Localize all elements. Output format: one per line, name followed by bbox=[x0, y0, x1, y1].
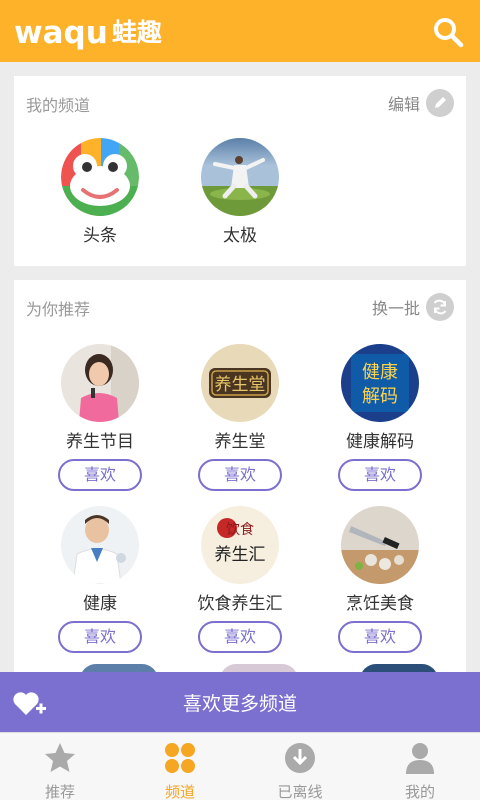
recommend-item[interactable]: 养生堂 养生堂 喜欢 bbox=[180, 344, 300, 491]
star-icon bbox=[45, 743, 75, 772]
yangshengtang-logo-text: 养生堂 bbox=[215, 375, 266, 395]
grid-dots-icon bbox=[165, 743, 195, 773]
yinshi-logo: 饮食 养生汇 bbox=[201, 506, 279, 584]
edit-label: 编辑 bbox=[387, 95, 420, 114]
download-icon bbox=[285, 743, 315, 773]
recommend-item[interactable]: 养生节目 喜欢 bbox=[40, 344, 160, 491]
refresh-label: 换一批 bbox=[371, 299, 420, 318]
doctor-photo bbox=[61, 506, 139, 584]
recommend-title: 为你推荐 bbox=[26, 300, 91, 319]
channel-item-taiji[interactable]: 太极 bbox=[180, 138, 300, 247]
host-photo bbox=[61, 344, 139, 422]
jiankangjiema-logo: 健康 解码 bbox=[341, 344, 419, 422]
yinshi-logo-top-text: 饮食 bbox=[226, 521, 254, 538]
refresh-icon bbox=[426, 293, 454, 321]
tab-label: 推荐 bbox=[44, 783, 75, 800]
recommend-item[interactable]: 健康 喜欢 bbox=[40, 506, 160, 653]
recommend-item[interactable]: 饮食 养生汇 饮食养生汇 喜欢 bbox=[180, 506, 300, 653]
search-icon[interactable] bbox=[432, 16, 464, 48]
pencil-icon bbox=[426, 89, 454, 117]
my-channels-card: 我的频道 编辑 头条 太极 bbox=[14, 76, 466, 266]
bottom-tab-bar: 推荐 频道 已离线 我的 bbox=[0, 732, 480, 800]
recommend-item[interactable]: 健康 解码 健康解码 喜欢 bbox=[320, 344, 440, 491]
tab-channels[interactable]: 频道 bbox=[120, 733, 240, 800]
like-button[interactable]: 喜欢 bbox=[338, 459, 422, 491]
frog-logo-icon bbox=[61, 138, 139, 216]
tab-mine[interactable]: 我的 bbox=[360, 733, 480, 800]
channel-name: 太极 bbox=[223, 226, 257, 246]
logo-cn: 蛙趣 bbox=[111, 18, 162, 47]
taichi-photo bbox=[201, 138, 279, 216]
logo-latin: waqu bbox=[14, 15, 108, 51]
channel-name: 健康 bbox=[83, 594, 117, 614]
channel-name: 养生节目 bbox=[66, 432, 134, 452]
like-button[interactable]: 喜欢 bbox=[58, 459, 142, 491]
jiankangjiema-logo-line-1: 健康 bbox=[362, 362, 398, 383]
like-button[interactable]: 喜欢 bbox=[338, 621, 422, 653]
tab-label: 频道 bbox=[164, 783, 195, 800]
like-more-label: 喜欢更多频道 bbox=[182, 693, 297, 715]
tab-label: 我的 bbox=[404, 783, 435, 800]
channel-name: 烹饪美食 bbox=[346, 594, 414, 614]
recommend-item[interactable]: 烹饪美食 喜欢 bbox=[320, 506, 440, 653]
like-button[interactable]: 喜欢 bbox=[198, 621, 282, 653]
channel-name: 健康解码 bbox=[346, 432, 414, 452]
like-button[interactable]: 喜欢 bbox=[58, 621, 142, 653]
cooking-photo bbox=[341, 506, 419, 584]
top-bar: waqu 蛙趣 bbox=[0, 0, 480, 62]
yangshengtang-logo: 养生堂 bbox=[201, 344, 279, 422]
channel-item-toutiao[interactable]: 头条 bbox=[40, 138, 160, 247]
jiankangjiema-logo-line-2: 解码 bbox=[362, 386, 398, 407]
channel-name: 养生堂 bbox=[214, 432, 266, 452]
channel-name: 饮食养生汇 bbox=[197, 594, 283, 614]
refresh-button[interactable]: 换一批 bbox=[372, 292, 454, 322]
like-more-channels-bar[interactable]: 喜欢更多频道 bbox=[0, 672, 480, 732]
user-icon bbox=[406, 743, 434, 774]
tab-offline[interactable]: 已离线 bbox=[240, 733, 360, 800]
my-channels-title: 我的频道 bbox=[26, 96, 91, 115]
tab-label: 已离线 bbox=[277, 783, 323, 800]
edit-button[interactable]: 编辑 bbox=[388, 88, 454, 118]
tab-recommend[interactable]: 推荐 bbox=[0, 733, 120, 800]
app-logo: waqu 蛙趣 bbox=[14, 13, 162, 51]
like-button[interactable]: 喜欢 bbox=[198, 459, 282, 491]
recommend-card: 为你推荐 换一批 养生节目 喜欢 养生堂 养生堂 喜欢 健康 解码 健康解码 喜… bbox=[14, 280, 466, 680]
channel-name: 头条 bbox=[83, 226, 117, 246]
yinshi-logo-bottom-text: 养生汇 bbox=[215, 545, 266, 565]
